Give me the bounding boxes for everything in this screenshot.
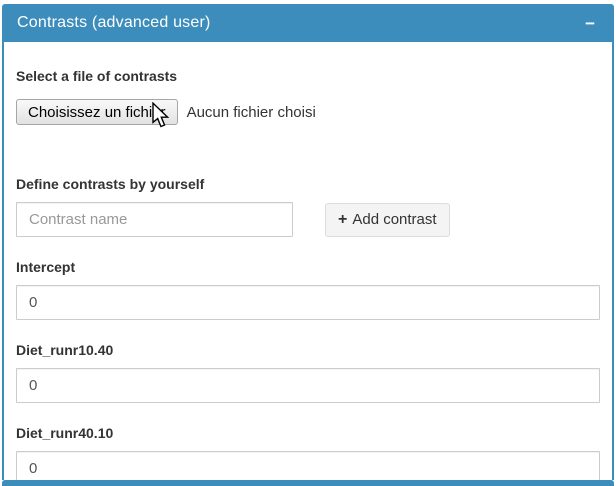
diet-runr10-40-label: Diet_runr10.40 [16, 342, 600, 358]
diet-runr10-40-input[interactable] [16, 368, 600, 403]
file-upload-group: Select a file of contrasts Choisissez un… [16, 68, 600, 125]
file-status-text: Aucun fichier choisi [187, 104, 316, 121]
file-input: Choisissez un fichier Aucun fichier choi… [16, 99, 600, 125]
diet-runr40-10-label: Diet_runr40.10 [16, 425, 600, 441]
contrasts-panel: Contrasts (advanced user) − Select a fil… [2, 4, 614, 480]
panel-header: Contrasts (advanced user) − [2, 4, 614, 42]
file-upload-label: Select a file of contrasts [16, 68, 600, 84]
next-panel-header-edge [2, 480, 614, 486]
define-contrasts-label: Define contrasts by yourself [16, 176, 600, 192]
diet-runr40-10-input[interactable] [16, 451, 600, 480]
plus-icon: + [338, 212, 347, 228]
define-contrasts-group: Define contrasts by yourself + Add contra… [16, 176, 600, 237]
add-contrast-button-label: Add contrast [352, 211, 436, 228]
intercept-label: Intercept [16, 259, 600, 275]
intercept-input[interactable] [16, 285, 600, 320]
contrast-name-input[interactable] [16, 202, 293, 237]
add-contrast-button[interactable]: + Add contrast [325, 203, 450, 237]
contrast-field-intercept: Intercept [16, 259, 600, 320]
contrast-field-diet-runr10-40: Diet_runr10.40 [16, 342, 600, 403]
collapse-minus-icon[interactable]: − [581, 13, 599, 34]
panel-body: Select a file of contrasts Choisissez un… [2, 42, 614, 480]
panel-title: Contrasts (advanced user) [17, 14, 211, 32]
choose-file-button[interactable]: Choisissez un fichier [16, 99, 178, 125]
contrast-field-diet-runr40-10: Diet_runr40.10 [16, 425, 600, 480]
